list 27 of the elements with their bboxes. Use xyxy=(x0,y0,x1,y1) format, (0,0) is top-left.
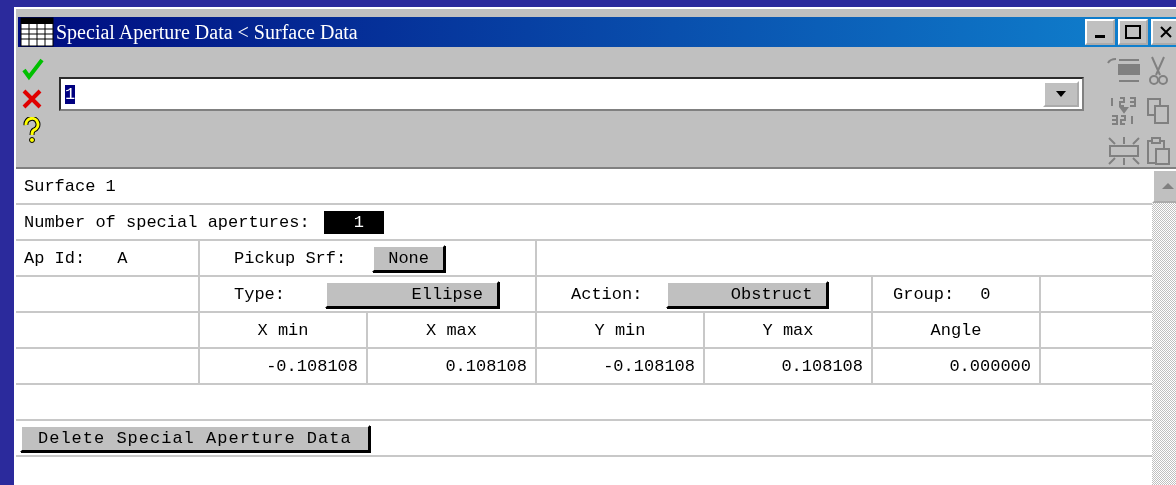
surface-combo-field[interactable]: 1 xyxy=(59,77,1084,111)
pickup-label: Pickup Srf: xyxy=(234,248,347,268)
window-title: Special Aperture Data < Surface Data xyxy=(56,20,359,44)
aperture-count-label: Number of special apertures: xyxy=(24,212,310,232)
action-label: Action: xyxy=(571,284,643,304)
table-cell: -0.108108 xyxy=(603,356,695,376)
action-button[interactable]: Obstruct xyxy=(666,280,829,308)
column-header: X max xyxy=(426,320,477,340)
field-value: 1 xyxy=(65,84,76,104)
table-cell: 0.000000 xyxy=(949,356,1031,376)
pickup-button[interactable]: None xyxy=(372,244,446,272)
column-header: Y min xyxy=(594,320,646,340)
aperture-count-field[interactable]: 1 xyxy=(323,210,384,234)
type-button[interactable]: Ellipse xyxy=(325,280,499,308)
table-cell: 0.108108 xyxy=(445,356,527,376)
surface-label: Surface 1 xyxy=(24,176,116,196)
aperture-id-value: A xyxy=(117,248,128,268)
column-header: X min xyxy=(257,320,309,340)
column-header: Angle xyxy=(930,320,982,340)
table-cell: -0.108108 xyxy=(266,356,358,376)
group-label: Group: xyxy=(893,284,955,304)
table-cell: 0.108108 xyxy=(781,356,863,376)
group-value: 0 xyxy=(980,284,991,304)
aperture-id-label: Ap Id: xyxy=(24,248,86,268)
delete-button[interactable]: Delete Special Aperture Data xyxy=(20,424,370,452)
type-label: Type: xyxy=(234,284,285,304)
column-header: Y max xyxy=(762,320,814,340)
